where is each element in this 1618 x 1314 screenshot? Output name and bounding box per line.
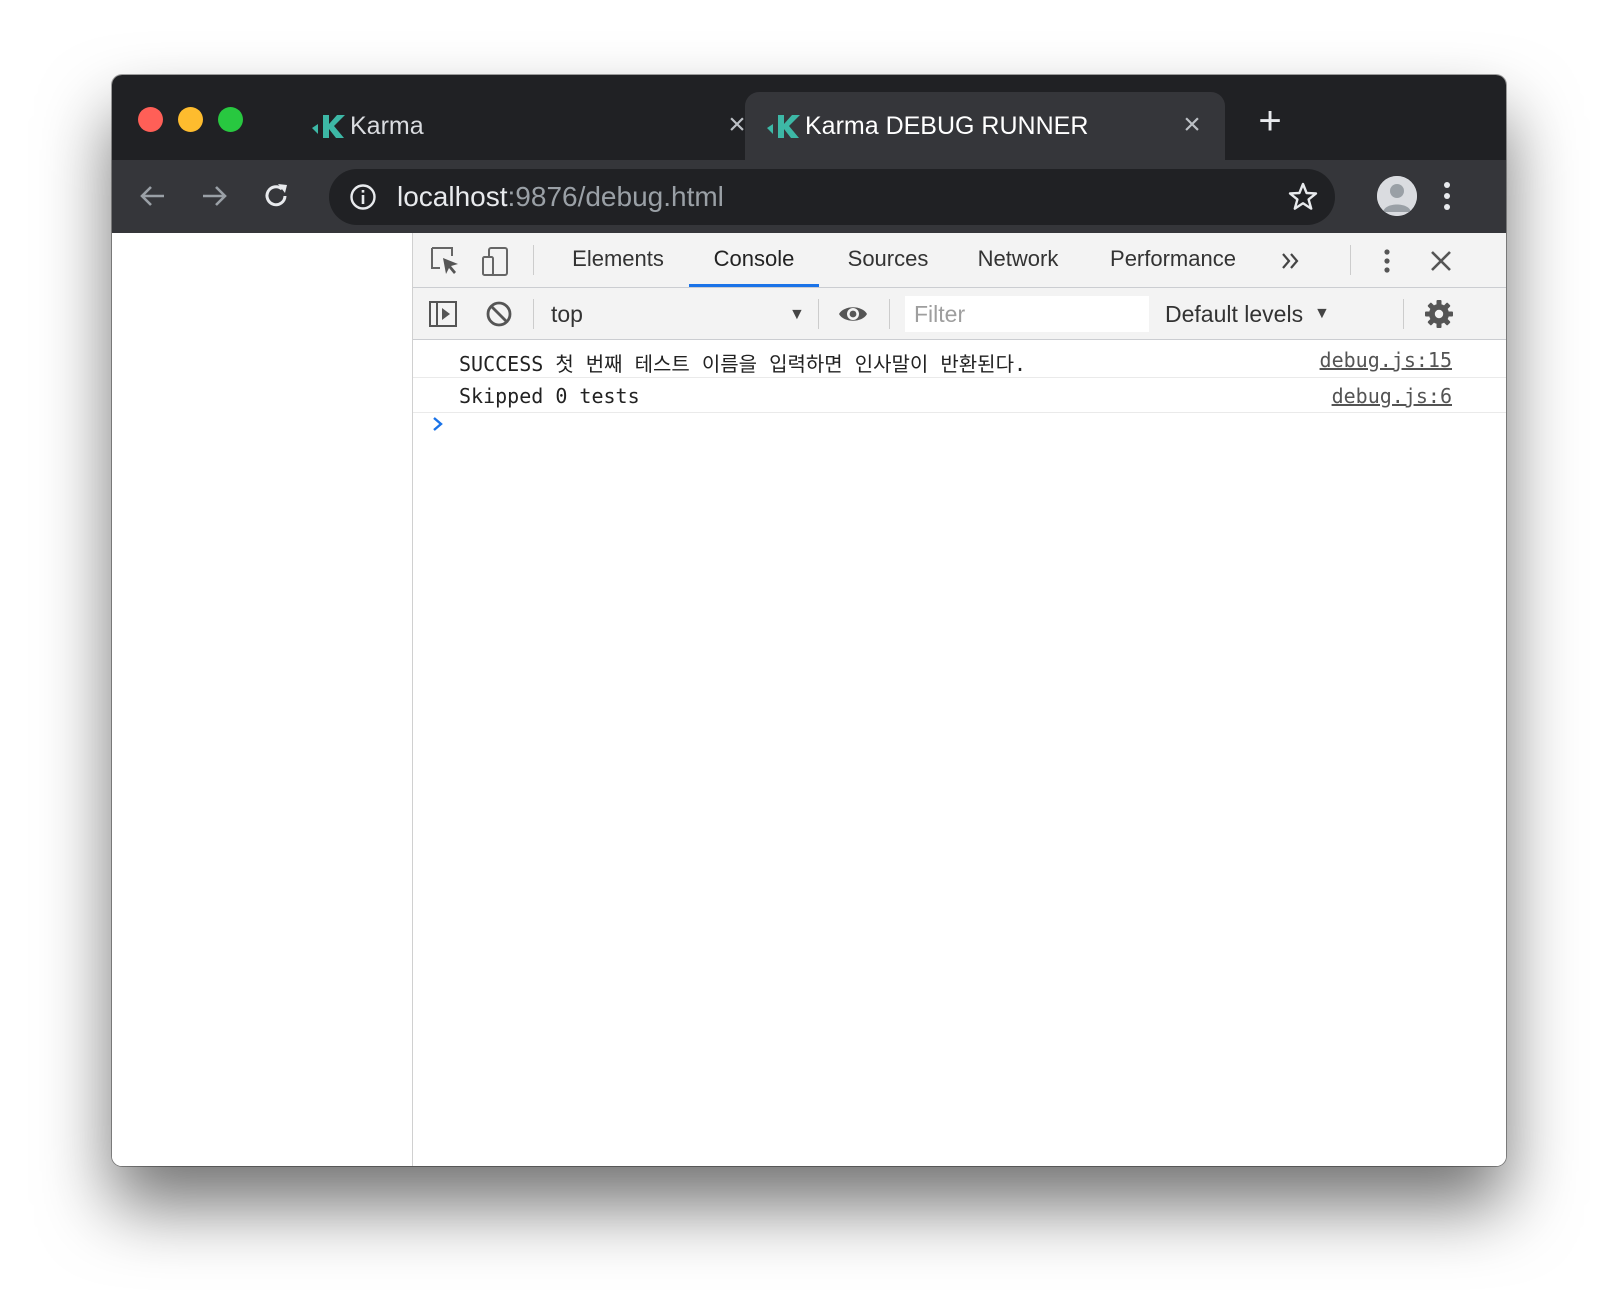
url-path: :9876/debug.html bbox=[507, 181, 724, 212]
profile-avatar[interactable] bbox=[1377, 176, 1417, 216]
tab-console[interactable]: Console bbox=[689, 233, 819, 287]
reload-button[interactable] bbox=[256, 176, 296, 216]
console-message-source-link[interactable]: debug.js:6 bbox=[1332, 384, 1452, 408]
tab-strip: Karma × Karma DEBUG RUNNER × + bbox=[112, 75, 1506, 160]
arrow-left-icon bbox=[140, 186, 164, 206]
reload-icon bbox=[265, 184, 287, 207]
tab-network[interactable]: Network bbox=[958, 233, 1078, 287]
log-levels-dropdown[interactable]: Default levels bbox=[1165, 301, 1303, 328]
back-button[interactable] bbox=[133, 176, 173, 216]
bookmark-star-icon[interactable] bbox=[1287, 181, 1319, 213]
console-message-text: Skipped 0 tests bbox=[459, 384, 640, 408]
inspect-element-icon[interactable] bbox=[429, 245, 461, 277]
zoom-window-button[interactable] bbox=[218, 107, 243, 132]
devtools-menu-icon[interactable] bbox=[1371, 245, 1403, 277]
tab-elements[interactable]: Elements bbox=[553, 233, 683, 287]
console-message: Skipped 0 tests debug.js:6 bbox=[413, 378, 1506, 413]
url-text[interactable]: localhost:9876/debug.html bbox=[397, 181, 724, 213]
tab-sources[interactable]: Sources bbox=[823, 233, 953, 287]
close-tab-icon[interactable]: × bbox=[1177, 108, 1207, 141]
console-toolbar: top ▼ Filter Default levels ▼ bbox=[413, 288, 1506, 340]
info-icon[interactable] bbox=[349, 183, 377, 211]
console-filter-input[interactable]: Filter bbox=[905, 296, 1149, 332]
tab-performance[interactable]: Performance bbox=[1093, 233, 1253, 287]
context-selector[interactable]: top bbox=[551, 301, 583, 328]
forward-button[interactable] bbox=[194, 176, 234, 216]
devtools-tabbar: Elements Console Sources Network Perform… bbox=[413, 233, 1506, 288]
content-area: Elements Console Sources Network Perform… bbox=[112, 233, 1506, 1166]
devtools-panel: Elements Console Sources Network Perform… bbox=[413, 233, 1506, 1166]
context-dropdown-arrow-icon[interactable]: ▼ bbox=[789, 306, 805, 324]
device-toolbar-icon[interactable] bbox=[479, 245, 511, 277]
karma-logo-icon bbox=[312, 115, 345, 138]
close-devtools-icon[interactable] bbox=[1425, 245, 1457, 277]
address-bar[interactable]: localhost:9876/debug.html bbox=[329, 169, 1335, 225]
tab-karma-debug-runner[interactable]: Karma DEBUG RUNNER × bbox=[745, 92, 1225, 160]
minimize-window-button[interactable] bbox=[178, 107, 203, 132]
browser-toolbar: localhost:9876/debug.html bbox=[112, 160, 1506, 233]
person-icon bbox=[1377, 176, 1417, 216]
more-tabs-chevron-icon[interactable] bbox=[1275, 245, 1307, 277]
tab-karma[interactable]: Karma × bbox=[290, 92, 770, 160]
url-host: localhost bbox=[397, 181, 508, 212]
page-viewport bbox=[112, 233, 413, 1166]
console-prompt-chevron-icon[interactable] bbox=[431, 415, 445, 433]
console-message: SUCCESS 첫 번째 테스트 이름을 입력하면 인사말이 반환된다. deb… bbox=[413, 340, 1506, 378]
browser-window: Karma × Karma DEBUG RUNNER × + localhost… bbox=[112, 75, 1506, 1166]
close-window-button[interactable] bbox=[138, 107, 163, 132]
browser-menu-icon[interactable] bbox=[1437, 176, 1457, 216]
tab-title: Karma DEBUG RUNNER bbox=[805, 111, 1089, 140]
console-message-source-link[interactable]: debug.js:15 bbox=[1320, 348, 1452, 372]
karma-logo-icon bbox=[767, 115, 800, 138]
levels-dropdown-arrow-icon[interactable]: ▼ bbox=[1314, 305, 1330, 323]
console-settings-gear-icon[interactable] bbox=[1423, 298, 1455, 330]
tab-title: Karma bbox=[350, 111, 424, 140]
console-message-text: SUCCESS 첫 번째 테스트 이름을 입력하면 인사말이 반환된다. bbox=[459, 352, 1027, 376]
show-sidebar-icon[interactable] bbox=[427, 298, 459, 330]
arrow-right-icon bbox=[203, 186, 227, 206]
new-tab-button[interactable]: + bbox=[1250, 101, 1290, 143]
live-expression-eye-icon[interactable] bbox=[837, 298, 869, 330]
clear-console-icon[interactable] bbox=[483, 298, 515, 330]
